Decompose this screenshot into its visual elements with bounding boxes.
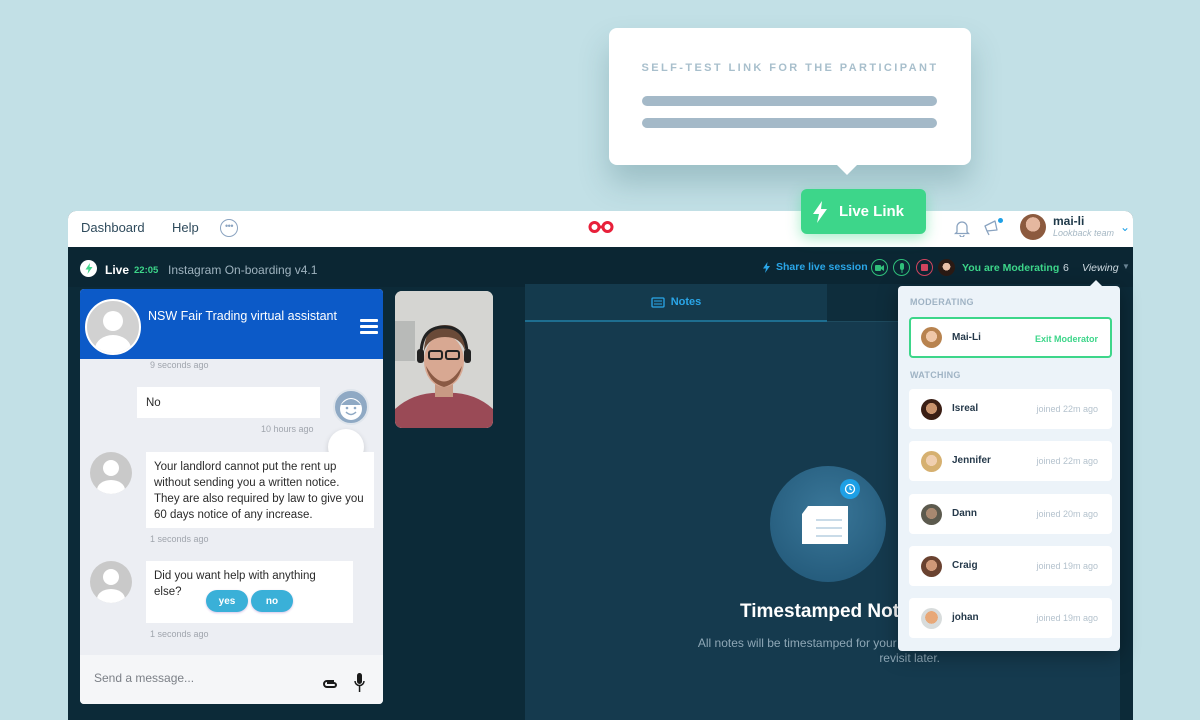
camera-toggle[interactable]	[871, 259, 888, 276]
link-placeholder-line	[642, 118, 937, 128]
microphone-icon	[899, 262, 904, 273]
exit-moderator-button[interactable]: Exit Moderator	[1035, 334, 1098, 344]
watcher-row: Jennifer joined 22m ago	[909, 441, 1112, 481]
user-team: Lookback team	[1053, 228, 1115, 238]
notes-icon	[651, 296, 665, 308]
watcher-row: johan joined 19m ago	[909, 598, 1112, 638]
avatar	[921, 399, 942, 420]
viewer-count: 6	[1063, 262, 1069, 274]
message-text: No	[146, 397, 161, 409]
user-message-bubble: No	[137, 387, 320, 418]
user-avatar-smiley	[333, 389, 369, 425]
session-title: Instagram On-boarding v4.1	[168, 263, 318, 277]
chat-title: NSW Fair Trading virtual assistant	[148, 309, 337, 323]
session-bar: Live 22:05 Instagram On-boarding v4.1 Sh…	[68, 247, 1133, 287]
tooltip-title: SELF-TEST LINK FOR THE PARTICIPANT	[641, 62, 939, 74]
avatar	[921, 327, 942, 348]
nav-help[interactable]: Help	[172, 220, 199, 235]
message-timestamp: 9 seconds ago	[150, 360, 209, 370]
bot-message-bubble: Your landlord cannot put the rent up wit…	[146, 452, 374, 528]
chatbot-panel: NSW Fair Trading virtual assistant 9 sec…	[80, 289, 383, 704]
watcher-name: Isreal	[952, 403, 979, 414]
bell-icon[interactable]	[954, 219, 970, 237]
notification-dot	[998, 218, 1003, 223]
nav-dashboard[interactable]: Dashboard	[81, 220, 145, 235]
quick-reply-no[interactable]: no	[251, 590, 293, 612]
document-icon	[802, 506, 848, 544]
notes-illustration	[770, 466, 886, 582]
tab-notes[interactable]: Notes	[525, 284, 827, 322]
avatar	[921, 451, 942, 472]
chevron-down-icon[interactable]: ⌄	[1120, 220, 1130, 234]
participant-video[interactable]	[395, 291, 493, 428]
share-live-session-link[interactable]: Share live session	[763, 261, 868, 273]
chat-header: NSW Fair Trading virtual assistant	[80, 289, 383, 359]
infinity-logo-icon[interactable]	[588, 220, 614, 234]
user-name[interactable]: mai-li	[1053, 214, 1084, 228]
share-label: Share live session	[776, 261, 868, 273]
moderator-avatar	[938, 259, 955, 276]
elapsed-time: 22:05	[134, 265, 159, 276]
viewing-dropdown[interactable]: Viewing	[1082, 262, 1119, 274]
watcher-name: Dann	[952, 508, 977, 519]
watcher-row: Craig joined 19m ago	[909, 546, 1112, 586]
watcher-name: Jennifer	[952, 455, 991, 466]
stop-icon	[921, 264, 928, 271]
message-input-area[interactable]: Send a message...	[80, 655, 383, 704]
moderator-row: Mai-Li Exit Moderator	[909, 317, 1112, 358]
avatar	[921, 608, 942, 629]
lightning-icon	[763, 261, 770, 273]
avatar	[921, 504, 942, 525]
paperclip-icon[interactable]	[322, 679, 338, 689]
avatar	[921, 556, 942, 577]
watcher-row: Isreal joined 22m ago	[909, 389, 1112, 429]
moderating-header: MODERATING	[910, 297, 974, 307]
top-nav-bar: Dashboard Help ••• mai-li Lookback team …	[68, 211, 1133, 247]
moderating-status: You are Moderating	[962, 262, 1060, 274]
live-lightning-icon	[80, 260, 97, 277]
lightning-icon	[813, 200, 827, 223]
watching-header: WATCHING	[910, 370, 961, 380]
hamburger-menu-icon[interactable]	[360, 319, 378, 337]
viewing-dropdown-panel: MODERATING Mai-Li Exit Moderator WATCHIN…	[898, 280, 1120, 651]
watcher-name: johan	[952, 612, 979, 623]
live-link-button[interactable]: Live Link	[801, 189, 926, 234]
moderator-name: Mai-Li	[952, 332, 981, 343]
bot-avatar	[85, 299, 141, 355]
live-label: Live	[105, 263, 130, 277]
microphone-toggle[interactable]	[893, 259, 910, 276]
bot-message-bubble: Did you want help with anything else?	[146, 561, 353, 623]
notes-empty-title: Timestamped Notes	[740, 601, 921, 622]
live-link-label: Live Link	[839, 203, 905, 220]
caret-down-icon[interactable]: ▼	[1122, 262, 1130, 271]
watcher-row: Dann joined 20m ago	[909, 494, 1112, 534]
microphone-icon[interactable]	[354, 673, 365, 693]
bot-message-avatar	[90, 561, 132, 603]
message-text: Your landlord cannot put the rent up wit…	[154, 461, 364, 521]
joined-time: joined 22m ago	[1036, 456, 1098, 466]
message-timestamp: 1 seconds ago	[150, 534, 209, 544]
message-timestamp: 10 hours ago	[261, 424, 314, 434]
participant-video-frame	[395, 291, 493, 428]
user-avatar[interactable]	[1020, 214, 1046, 240]
stop-recording-button[interactable]	[916, 259, 933, 276]
message-input[interactable]: Send a message...	[94, 671, 194, 685]
quick-reply-yes[interactable]: yes	[206, 590, 248, 612]
watcher-name: Craig	[952, 560, 978, 571]
notes-tab-label: Notes	[670, 296, 702, 308]
joined-time: joined 20m ago	[1036, 509, 1098, 519]
joined-time: joined 19m ago	[1036, 561, 1098, 571]
camera-icon	[875, 264, 884, 271]
self-test-link-tooltip: SELF-TEST LINK FOR THE PARTICIPANT	[609, 28, 971, 175]
message-timestamp: 1 seconds ago	[150, 629, 209, 639]
history-clock-icon	[840, 479, 860, 499]
ellipsis-icon[interactable]: •••	[220, 219, 238, 237]
bot-message-avatar	[90, 452, 132, 494]
joined-time: joined 19m ago	[1036, 613, 1098, 623]
joined-time: joined 22m ago	[1036, 404, 1098, 414]
link-placeholder-line	[642, 96, 937, 106]
